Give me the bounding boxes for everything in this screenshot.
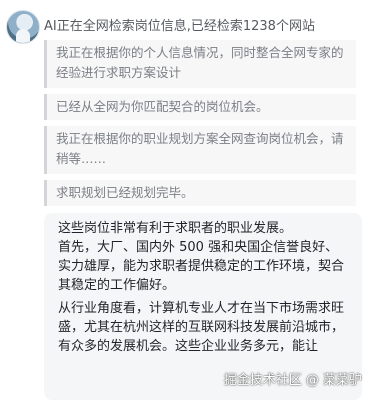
progress-step-1: 我正在根据你的个人信息情况，同时整合全网专家的经验进行求职方案设计 <box>44 40 356 88</box>
answer-paragraph-2: 从行业角度看，计算机专业人才在当下市场需求旺盛，尤其在杭州这样的互联网科技发展前… <box>58 301 345 354</box>
chat-screen: AI正在全网检索岗位信息,已经检索1238个网站 我正在根据你的个人信息情况，同… <box>0 0 374 400</box>
watermark: 掘金技术社区 @ 菜菜驴 <box>223 373 362 388</box>
progress-step-2: 已经从全网为你匹配契合的岗位机会。 <box>44 94 356 120</box>
search-status-title: AI正在全网检索岗位信息,已经检索1238个网站 <box>44 19 315 34</box>
ai-avatar <box>6 10 40 44</box>
answer-paragraph-1: 这些岗位非常有利于求职者的职业发展。 首先，大厂、国内外 500 强和央国企信誉… <box>58 221 345 293</box>
progress-step-3: 我正在根据你的职业规划方案全网查询岗位机会，请稍等…… <box>44 126 356 174</box>
progress-step-4: 求职规划已经规划完毕。 <box>44 180 356 206</box>
